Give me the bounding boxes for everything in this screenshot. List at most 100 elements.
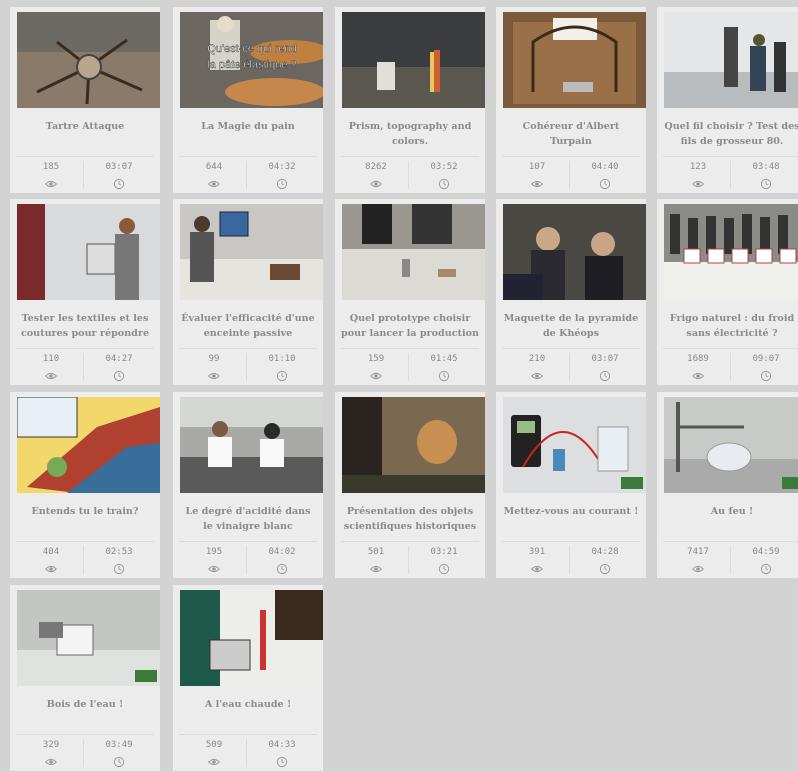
video-title[interactable]: Évaluer l'efficacité d'une enceinte pass… <box>179 311 317 345</box>
video-thumbnail[interactable] <box>503 397 646 493</box>
video-title[interactable]: Le degré d'acidité dans le vinaigre blan… <box>179 504 317 538</box>
video-thumbnail[interactable] <box>664 397 798 493</box>
video-card[interactable]: Maquette de la pyramide de Khéops 210 03:0… <box>496 199 646 385</box>
duration: 09:07 <box>730 353 798 382</box>
clock-icon <box>570 367 640 382</box>
eye-icon <box>16 367 86 381</box>
video-title[interactable]: Prism, topography and colors. <box>341 119 479 153</box>
video-thumbnail[interactable] <box>342 12 485 108</box>
video-card[interactable]: Qu'est-ce qui rend la pâte élastique ? La … <box>173 7 323 193</box>
view-count-value: 404 <box>42 547 60 557</box>
video-title[interactable]: Cohéreur d'Albert Turpain <box>502 119 640 153</box>
eye-icon <box>179 753 249 767</box>
video-card[interactable]: Présentation des objets scientifiques hi… <box>335 392 485 578</box>
video-stats: 329 03:49 <box>16 734 154 769</box>
duration-value: 03:52 <box>430 162 458 172</box>
video-card[interactable]: Tester les textiles et les coutures pour… <box>10 199 160 385</box>
view-count-value: 501 <box>367 547 385 557</box>
video-thumbnail[interactable] <box>17 397 160 493</box>
clock-icon <box>409 367 479 382</box>
video-card[interactable]: Cohéreur d'Albert Turpain 107 04:40 <box>496 7 646 193</box>
duration-value: 04:32 <box>268 162 296 172</box>
video-card[interactable]: Tartre Attaque 185 03:07 <box>10 7 160 193</box>
video-title[interactable]: A l'eau chaude ! <box>179 697 317 731</box>
view-count-value: 185 <box>42 162 60 172</box>
video-title[interactable]: Entends tu le train? <box>16 504 154 538</box>
video-title[interactable]: Bois de l'eau ! <box>16 697 154 731</box>
duration-value: 04:40 <box>591 162 619 172</box>
video-thumbnail[interactable] <box>664 12 798 108</box>
eye-icon <box>179 367 249 381</box>
view-count: 195 <box>179 546 249 574</box>
duration: 04:28 <box>569 546 640 575</box>
eye-icon <box>502 560 572 574</box>
video-thumbnail[interactable] <box>17 204 160 300</box>
clock-icon <box>247 753 317 768</box>
video-title[interactable]: Maquette de la pyramide de Khéops <box>502 311 640 345</box>
video-card[interactable]: Le degré d'acidité dans le vinaigre blan… <box>173 392 323 578</box>
view-count-value: 7417 <box>687 547 709 557</box>
duration-value: 04:02 <box>268 547 296 557</box>
duration-value: 04:27 <box>105 354 133 364</box>
video-thumbnail[interactable] <box>17 590 160 686</box>
duration-value: 01:45 <box>430 354 458 364</box>
video-thumbnail[interactable] <box>503 204 646 300</box>
video-title[interactable]: Tartre Attaque <box>16 119 154 153</box>
view-count: 107 <box>502 161 572 189</box>
view-count: 185 <box>16 161 86 189</box>
video-card[interactable]: Frigo naturel : du froid sans électricit… <box>657 199 798 385</box>
duration: 04:27 <box>83 353 154 382</box>
video-card[interactable]: Quel prototype choisir pour lancer la pr… <box>335 199 485 385</box>
video-card[interactable]: Évaluer l'efficacité d'une enceinte pass… <box>173 199 323 385</box>
video-thumbnail[interactable] <box>180 590 323 686</box>
duration-value: 03:48 <box>752 162 780 172</box>
view-count-value: 110 <box>42 354 60 364</box>
video-card[interactable]: Quel fil choisir ? Test des fils de gros… <box>657 7 798 193</box>
video-card[interactable]: Au feu ! 7417 04:59 <box>657 392 798 578</box>
video-thumbnail[interactable] <box>503 12 646 108</box>
eye-icon <box>179 175 249 189</box>
eye-icon <box>179 560 249 574</box>
view-count: 391 <box>502 546 572 574</box>
video-thumbnail[interactable] <box>664 204 798 300</box>
view-count-value: 107 <box>528 162 546 172</box>
video-title[interactable]: Mettez-vous au courant ! <box>502 504 640 538</box>
video-title[interactable]: Quel prototype choisir pour lancer la pr… <box>341 311 479 345</box>
view-count: 509 <box>179 739 249 767</box>
video-thumbnail[interactable] <box>342 204 485 300</box>
video-card[interactable]: Mettez-vous au courant ! 391 04:28 <box>496 392 646 578</box>
video-title[interactable]: Présentation des objets scientifiques hi… <box>341 504 479 538</box>
view-count-value: 99 <box>208 354 220 364</box>
video-card[interactable]: A l'eau chaude ! 509 04:33 <box>173 585 323 771</box>
view-count: 110 <box>16 353 86 381</box>
video-card[interactable]: Entends tu le train? 404 02:53 <box>10 392 160 578</box>
video-stats: 110 04:27 <box>16 348 154 383</box>
video-stats: 404 02:53 <box>16 541 154 576</box>
view-count-value: 123 <box>689 162 707 172</box>
view-count: 1689 <box>663 353 733 381</box>
video-thumbnail[interactable] <box>342 397 485 493</box>
view-count: 99 <box>179 353 249 381</box>
video-title[interactable]: Quel fil choisir ? Test des fils de gros… <box>663 119 798 153</box>
video-card[interactable]: Prism, topography and colors. 8262 03:52 <box>335 7 485 193</box>
clock-icon <box>731 367 798 382</box>
clock-icon <box>247 175 317 190</box>
view-count: 123 <box>663 161 733 189</box>
video-stats: 509 04:33 <box>179 734 317 769</box>
video-thumbnail[interactable] <box>17 12 160 108</box>
video-thumbnail[interactable]: Qu'est-ce qui rend la pâte élastique ? <box>180 12 323 108</box>
video-card[interactable]: Bois de l'eau ! 329 03:49 <box>10 585 160 771</box>
duration: 03:52 <box>408 161 479 190</box>
duration: 03:21 <box>408 546 479 575</box>
duration: 04:33 <box>246 739 317 768</box>
duration-value: 04:33 <box>268 740 296 750</box>
eye-icon <box>341 560 411 574</box>
clock-icon <box>731 175 798 190</box>
video-title[interactable]: Au feu ! <box>663 504 798 538</box>
video-thumbnail[interactable] <box>180 397 323 493</box>
video-title[interactable]: Tester les textiles et les coutures pour… <box>16 311 154 345</box>
video-title[interactable]: La Magie du pain <box>179 119 317 153</box>
video-title[interactable]: Frigo naturel : du froid sans électricit… <box>663 311 798 345</box>
video-thumbnail[interactable] <box>180 204 323 300</box>
video-stats: 107 04:40 <box>502 156 640 191</box>
